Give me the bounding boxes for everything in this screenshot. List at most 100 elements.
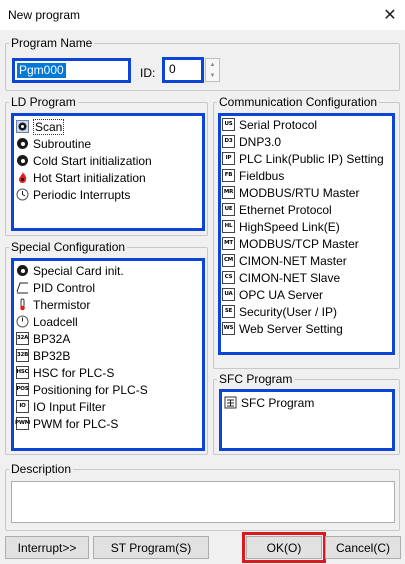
opc-ua-icon: UA <box>222 288 235 301</box>
ld-item-hot-start[interactable]: Hot Start initialization <box>16 169 152 186</box>
special-item-label: IO Input Filter <box>33 399 106 414</box>
comm-item-label: Ethernet Protocol <box>239 202 332 217</box>
comm-item-modbus-rtu[interactable]: MR MODBUS/RTU Master <box>222 184 384 201</box>
comm-item-label: MODBUS/TCP Master <box>239 236 359 251</box>
id-spinner[interactable]: ▲ ▼ <box>205 58 220 82</box>
comm-item-label: Serial Protocol <box>239 117 318 132</box>
positioning-icon: POS <box>16 383 29 396</box>
loadcell-icon <box>16 315 29 328</box>
sfc-program-list: SFC Program <box>224 394 314 411</box>
comm-item-dnp3[interactable]: D3 DNP3.0 <box>222 133 384 150</box>
special-item-bp32a[interactable]: 32A BP32A <box>16 330 148 347</box>
serial-protocol-icon: US <box>222 118 235 131</box>
comm-item-label: MODBUS/RTU Master <box>239 185 360 200</box>
bp32b-icon: 32B <box>16 349 29 362</box>
special-item-bp32b[interactable]: 32B BP32B <box>16 347 148 364</box>
cimon-slave-icon: CS <box>222 271 235 284</box>
comm-item-label: Security(User / IP) <box>239 304 338 319</box>
pwm-icon: PWM <box>15 417 30 430</box>
fieldbus-icon: FB <box>222 169 235 182</box>
comm-item-label: DNP3.0 <box>239 134 282 149</box>
description-input[interactable] <box>11 481 395 523</box>
comm-item-label: Fieldbus <box>239 168 285 183</box>
special-item-thermistor[interactable]: Thermistor <box>16 296 148 313</box>
special-item-label: Positioning for PLC-S <box>33 382 148 397</box>
comm-item-modbus-tcp[interactable]: MT MODBUS/TCP Master <box>222 235 384 252</box>
program-name-input[interactable]: Pgm000 <box>17 63 66 78</box>
special-item-label: Loadcell <box>33 314 78 329</box>
cancel-button[interactable]: Cancel(C) <box>325 536 401 559</box>
comm-item-plc-link[interactable]: IP PLC Link(Public IP) Setting <box>222 150 384 167</box>
io-filter-icon: IO <box>16 400 29 413</box>
window-title: New program <box>8 8 81 22</box>
special-item-pwm[interactable]: PWM PWM for PLC-S <box>15 415 148 432</box>
ld-item-cold-start[interactable]: Cold Start initialization <box>16 152 152 169</box>
ld-program-legend: LD Program <box>11 95 76 109</box>
ld-item-label: Hot Start initialization <box>33 170 146 185</box>
comm-item-cimon-slave[interactable]: CS CIMON-NET Slave <box>222 269 384 286</box>
description-legend: Description <box>11 462 72 476</box>
modbus-rtu-icon: MR <box>222 186 235 199</box>
ld-item-periodic[interactable]: Periodic Interrupts <box>16 186 152 203</box>
special-config-list: Special Card init. PID Control Thermisto… <box>15 262 148 432</box>
ethernet-icon: UE <box>222 203 235 216</box>
title-bar: New program ✕ <box>0 0 405 30</box>
special-item-card-init[interactable]: Special Card init. <box>16 262 148 279</box>
special-item-label: BP32B <box>33 348 71 363</box>
special-item-label: BP32A <box>33 331 71 346</box>
comm-item-label: OPC UA Server <box>239 287 324 302</box>
special-item-io-filter[interactable]: IO IO Input Filter <box>16 398 148 415</box>
special-item-loadcell[interactable]: Loadcell <box>16 313 148 330</box>
comm-item-web-server[interactable]: WS Web Server Setting <box>222 320 384 337</box>
ld-item-scan[interactable]: Scan <box>16 118 152 135</box>
spin-down-icon[interactable]: ▼ <box>206 70 219 81</box>
special-item-pid[interactable]: PID Control <box>16 279 148 296</box>
comm-item-label: Web Server Setting <box>239 321 343 336</box>
id-input[interactable]: 0 <box>169 62 176 76</box>
comm-item-cimon-master[interactable]: CM CIMON-NET Master <box>222 252 384 269</box>
sfc-icon <box>224 396 237 409</box>
comm-item-label: CIMON-NET Master <box>239 253 347 268</box>
comm-item-serial[interactable]: US Serial Protocol <box>222 116 384 133</box>
interrupt-button[interactable]: Interrupt>> <box>5 536 89 559</box>
comm-item-security[interactable]: SE Security(User / IP) <box>222 303 384 320</box>
id-label: ID: <box>140 66 156 80</box>
special-item-label: HSC for PLC-S <box>33 365 115 380</box>
special-item-label: PWM for PLC-S <box>33 416 119 431</box>
communication-config-list: US Serial Protocol D3 DNP3.0 IP PLC Link(Pu… <box>222 116 384 337</box>
thermistor-icon <box>16 298 29 311</box>
cimon-master-icon: CM <box>222 254 235 267</box>
comm-item-highspeed[interactable]: HL HighSpeed Link(E) <box>222 218 384 235</box>
close-icon[interactable]: ✕ <box>375 0 405 30</box>
special-card-icon <box>16 264 29 277</box>
ld-item-label: Cold Start initialization <box>33 153 152 168</box>
ld-item-label: Subroutine <box>33 136 92 151</box>
dnp3-icon: D3 <box>222 135 235 148</box>
special-item-positioning[interactable]: POS Positioning for PLC-S <box>16 381 148 398</box>
cold-start-icon <box>16 154 29 167</box>
pid-icon <box>16 281 29 294</box>
comm-item-fieldbus[interactable]: FB Fieldbus <box>222 167 384 184</box>
comm-item-opc-ua[interactable]: UA OPC UA Server <box>222 286 384 303</box>
clock-icon <box>16 188 29 201</box>
spin-up-icon[interactable]: ▲ <box>206 59 219 70</box>
comm-item-ethernet[interactable]: UE Ethernet Protocol <box>222 201 384 218</box>
plc-link-icon: IP <box>222 152 235 165</box>
highspeed-link-icon: HL <box>222 220 235 233</box>
hot-start-icon <box>16 171 29 184</box>
ld-item-subroutine[interactable]: Subroutine <box>16 135 152 152</box>
special-item-label: Thermistor <box>33 297 91 312</box>
st-program-button[interactable]: ST Program(S) <box>93 536 209 559</box>
sfc-item-program[interactable]: SFC Program <box>224 394 314 411</box>
comm-item-label: CIMON-NET Slave <box>239 270 341 285</box>
scan-icon <box>16 120 29 133</box>
special-item-hsc[interactable]: HSC HSC for PLC-S <box>16 364 148 381</box>
hsc-icon: HSC <box>16 366 29 379</box>
communication-config-legend: Communication Configuration <box>219 95 378 109</box>
sfc-program-legend: SFC Program <box>219 372 293 386</box>
modbus-tcp-icon: MT <box>222 237 235 250</box>
ok-button-highlight <box>242 532 326 563</box>
subroutine-icon <box>16 137 29 150</box>
program-name-legend: Program Name <box>11 36 93 50</box>
ld-item-label: Periodic Interrupts <box>33 187 131 202</box>
